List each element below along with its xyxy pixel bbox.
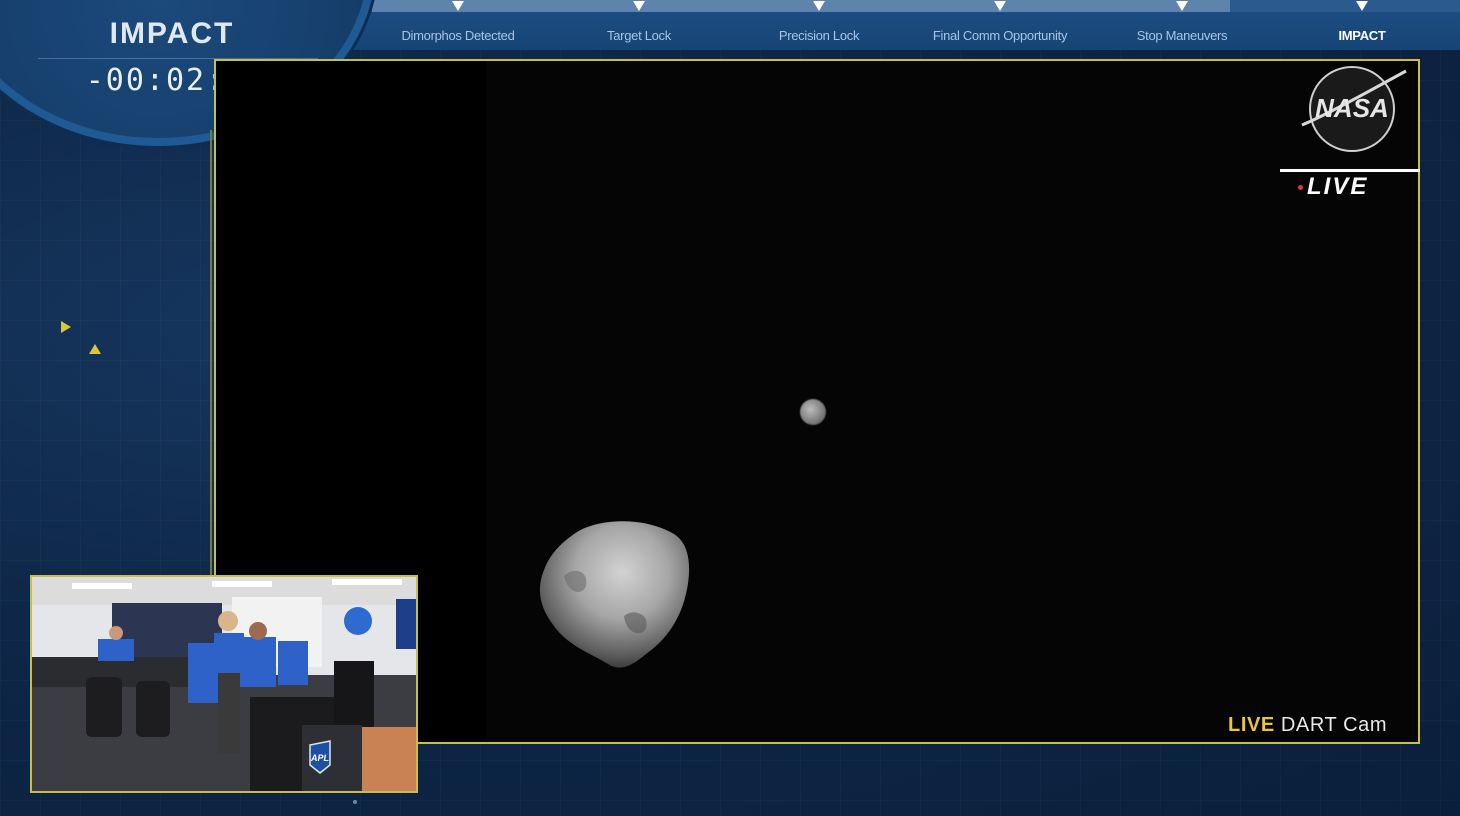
nasa-logo-icon: NASA — [1301, 66, 1407, 152]
milestone-target-lock: Target Lock — [607, 28, 671, 43]
milestone-marker-icon — [633, 1, 645, 11]
milestone-marker-icon — [813, 1, 825, 11]
control-room-scene: APL — [32, 577, 416, 791]
milestone-precision-lock: Precision Lock — [778, 28, 860, 43]
control-room-inset: APL — [30, 575, 418, 793]
apl-logo-text: APL — [310, 753, 329, 763]
camera-live-tag: LIVE — [1228, 714, 1275, 736]
milestone-marker-icon — [1176, 1, 1188, 11]
frame-edge-line — [210, 130, 212, 580]
mission-timeline: Dimorphos Detected Target Lock Precision… — [330, 0, 1460, 50]
timeline-track-remaining — [1230, 0, 1460, 12]
milestone-stop-maneuvers: Stop Maneuvers — [1136, 28, 1228, 43]
nasa-logo-text: NASA — [1315, 93, 1389, 123]
milestone-final-comm: Final Comm Opportunity — [932, 28, 1068, 43]
didymos-asteroid — [539, 521, 690, 668]
live-divider — [1280, 169, 1420, 172]
camera-label: LIVE DART Cam — [1228, 714, 1387, 737]
milestone-marker-icon — [1356, 1, 1368, 11]
timeline-track — [372, 0, 1460, 12]
milestone-dimorphos-detected: Dimorphos Detected — [401, 28, 515, 43]
live-badge: LIVE — [1298, 173, 1368, 201]
live-badge-text: LIVE — [1307, 173, 1369, 200]
dimorphos-moonlet — [800, 399, 826, 425]
milestone-impact: IMPACT — [1338, 28, 1386, 43]
camera-name: DART Cam — [1280, 714, 1388, 736]
broadcast-screen: Dimorphos Detected Target Lock Precision… — [0, 0, 1460, 816]
milestone-marker-icon — [994, 1, 1006, 11]
live-dot-icon — [1298, 185, 1303, 191]
up-triangle-icon — [89, 344, 101, 354]
play-triangle-icon — [61, 321, 71, 333]
bottom-indicator-dot — [353, 800, 357, 804]
countdown-title: IMPACT — [109, 17, 235, 50]
milestone-marker-icon — [452, 1, 464, 11]
